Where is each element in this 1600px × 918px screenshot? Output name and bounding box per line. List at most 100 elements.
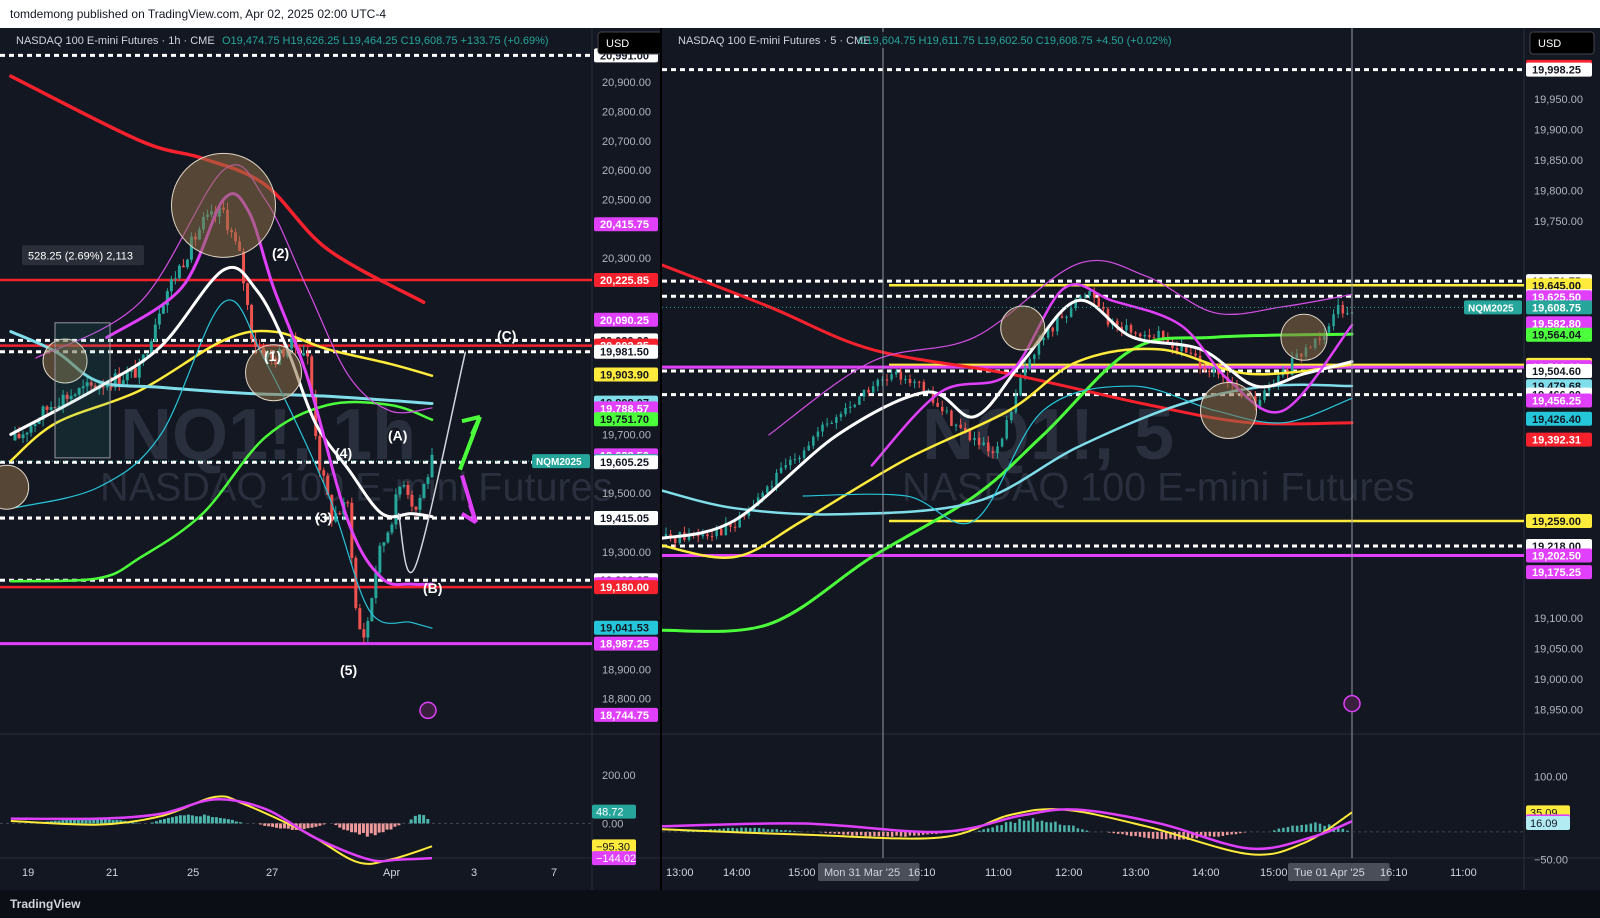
pane0-osc-bar bbox=[202, 814, 206, 824]
pane1-candle-body bbox=[853, 404, 857, 407]
pane1-candle-body bbox=[798, 457, 801, 460]
pane0-y-tick-label: 19,500.00 bbox=[602, 488, 651, 500]
pane1-candle-body bbox=[1258, 399, 1262, 407]
pane1-candle-body bbox=[890, 374, 893, 380]
pane0-currency-label[interactable]: USD bbox=[606, 38, 629, 50]
pane1-currency-label[interactable]: USD bbox=[1538, 38, 1561, 50]
pane1-osc-bar bbox=[1318, 823, 1322, 832]
pane0-candle-body bbox=[246, 283, 250, 305]
pane1-lightning-icon[interactable] bbox=[1343, 694, 1361, 713]
pane1-candle-body bbox=[982, 442, 985, 445]
pane1-osc-bar bbox=[1009, 821, 1012, 832]
pane1-candle-body bbox=[908, 378, 912, 384]
pane1-candle-body bbox=[1341, 304, 1345, 314]
pane0-candle-body bbox=[402, 485, 406, 487]
pane1-osc-bar bbox=[890, 831, 894, 837]
pane1-osc-bar bbox=[749, 828, 752, 832]
pane0-watermark-name: NASDAQ 100 E-mini Futures bbox=[100, 465, 613, 509]
pane0-osc-bar bbox=[278, 823, 282, 829]
pane1-osc-bar bbox=[982, 829, 985, 832]
pane0-y-tick-label: 18,900.00 bbox=[602, 664, 651, 676]
pane0-osc-bar bbox=[318, 823, 322, 826]
chart-5m-svg[interactable]: NQ1!, 5NASDAQ 100 E-mini Futures19,950.0… bbox=[657, 28, 1600, 890]
pane0-candle-body bbox=[153, 324, 157, 342]
pane1-x-tick-label-12: 11:00 bbox=[1450, 867, 1477, 879]
pane0-price-label-7: 19,903.90 bbox=[600, 370, 649, 382]
pane1-osc-bar bbox=[1063, 825, 1066, 832]
pane1-candle-body bbox=[1000, 438, 1004, 447]
pane1-candle-body bbox=[779, 467, 783, 473]
pane1-osc-bar bbox=[868, 831, 872, 837]
pane0-osc-bar bbox=[214, 817, 218, 824]
pane1-candle-body bbox=[954, 424, 958, 426]
pane1-candle-body bbox=[770, 486, 774, 488]
pane1-candle-body bbox=[719, 528, 723, 536]
pane0-lightning-icon[interactable] bbox=[419, 701, 437, 720]
pane0-candle-body bbox=[322, 470, 326, 476]
pane1-osc-bar bbox=[828, 831, 832, 834]
pane0-candle-body bbox=[177, 265, 181, 279]
pane0-x-tick-label-2: 25 bbox=[187, 867, 199, 879]
pane1-candle-body bbox=[733, 526, 737, 528]
chart-1h-pane[interactable]: NQ1!, 1h NASDAQ 100 E-mini Futures 20,900.… bbox=[0, 28, 663, 890]
pane0-osc-bar bbox=[385, 823, 389, 830]
pane0-wave-label-7: (C) bbox=[497, 327, 516, 343]
pane0-x-tick-label-6: 7 bbox=[551, 867, 557, 879]
pane1-x-tick-label-4: 16:10 bbox=[908, 867, 936, 879]
pane1-osc-bar bbox=[1143, 831, 1146, 838]
pane0-candle-body bbox=[157, 313, 161, 325]
pane1-osc-bar bbox=[1243, 831, 1246, 833]
chart-5m-pane[interactable]: NQ1!, 5 NASDAQ 100 E-mini Futures 19,950.0… bbox=[657, 28, 1600, 890]
pane1-highlight-circle-1 bbox=[1200, 381, 1258, 439]
pane0-osc-bar bbox=[306, 823, 310, 829]
pane0-osc-bar bbox=[103, 819, 107, 824]
pane1-osc-bar bbox=[1147, 831, 1150, 839]
pane1-osc-bar bbox=[1036, 821, 1039, 832]
pane1-osc-bar bbox=[1018, 818, 1021, 832]
pane1-candle-body bbox=[996, 446, 999, 454]
pane0-osc-tick-label: 200.00 bbox=[602, 770, 636, 782]
pane1-osc-bar bbox=[1300, 824, 1303, 832]
pane0-osc-bar bbox=[267, 823, 271, 827]
pane1-osc-bar bbox=[1138, 831, 1142, 837]
pane1-candle-body bbox=[1125, 325, 1128, 331]
pane1-candle-body bbox=[1097, 297, 1101, 307]
pane0-price-label-19: 19,041.53 bbox=[600, 623, 649, 635]
pane0-candle-body bbox=[185, 259, 189, 268]
pane1-osc-bar bbox=[775, 829, 778, 832]
pane0-osc-bar bbox=[413, 815, 417, 824]
pane0-osc-bar bbox=[170, 817, 174, 824]
pane0-osc-bar bbox=[361, 823, 365, 833]
pane0-candle-body bbox=[430, 454, 434, 478]
pane0-candle-body bbox=[133, 367, 137, 378]
pane1-candle-body bbox=[867, 389, 870, 393]
pane1-candle-body bbox=[940, 406, 944, 412]
pane1-price-label-18: 19,259.00 bbox=[1532, 516, 1581, 528]
pane0-ohlc-readout: O19,474.75 H19,626.25 L19,464.25 C19,608… bbox=[222, 35, 549, 47]
pane1-candle-body bbox=[1189, 352, 1193, 354]
pane1-osc-bar bbox=[1314, 822, 1317, 832]
pane1-price-label-12: 19,504.60 bbox=[1532, 366, 1581, 378]
pane1-x-tick-label-1: 14:00 bbox=[723, 867, 751, 879]
pane0-y-tick-label: 20,300.00 bbox=[602, 253, 651, 265]
pane0-osc-bar bbox=[409, 819, 413, 824]
pane1-osc-bar bbox=[1000, 825, 1003, 832]
pane0-price-label-2: 20,225.85 bbox=[600, 275, 649, 287]
pane0-osc-bar bbox=[190, 815, 194, 824]
pane1-osc-bar bbox=[740, 827, 743, 832]
pane1-y-tick-label: 19,750.00 bbox=[1534, 216, 1583, 228]
pane1-candle-body bbox=[1157, 330, 1160, 338]
pane0-y-tick-label: 20,700.00 bbox=[602, 136, 651, 148]
pane0-osc-bar bbox=[354, 823, 358, 833]
pane0-y-tick-label: 18,800.00 bbox=[602, 694, 651, 706]
pane1-osc-bar bbox=[1049, 822, 1053, 832]
pane1-osc-bar bbox=[1277, 828, 1281, 832]
pane1-candle-body bbox=[802, 450, 806, 458]
pane0-candle-body bbox=[346, 502, 350, 504]
chart-1h-svg[interactable]: NQ1!, 1hNASDAQ 100 E-mini Futures20,900.… bbox=[0, 28, 663, 890]
pane1-osc-bar bbox=[1054, 821, 1057, 832]
pane1-highlight-circle-2 bbox=[1280, 313, 1328, 361]
pane1-osc-bar bbox=[859, 831, 863, 836]
pane1-x-tick-label-9: 15:00 bbox=[1260, 867, 1288, 879]
pane1-osc-bar bbox=[904, 831, 907, 837]
